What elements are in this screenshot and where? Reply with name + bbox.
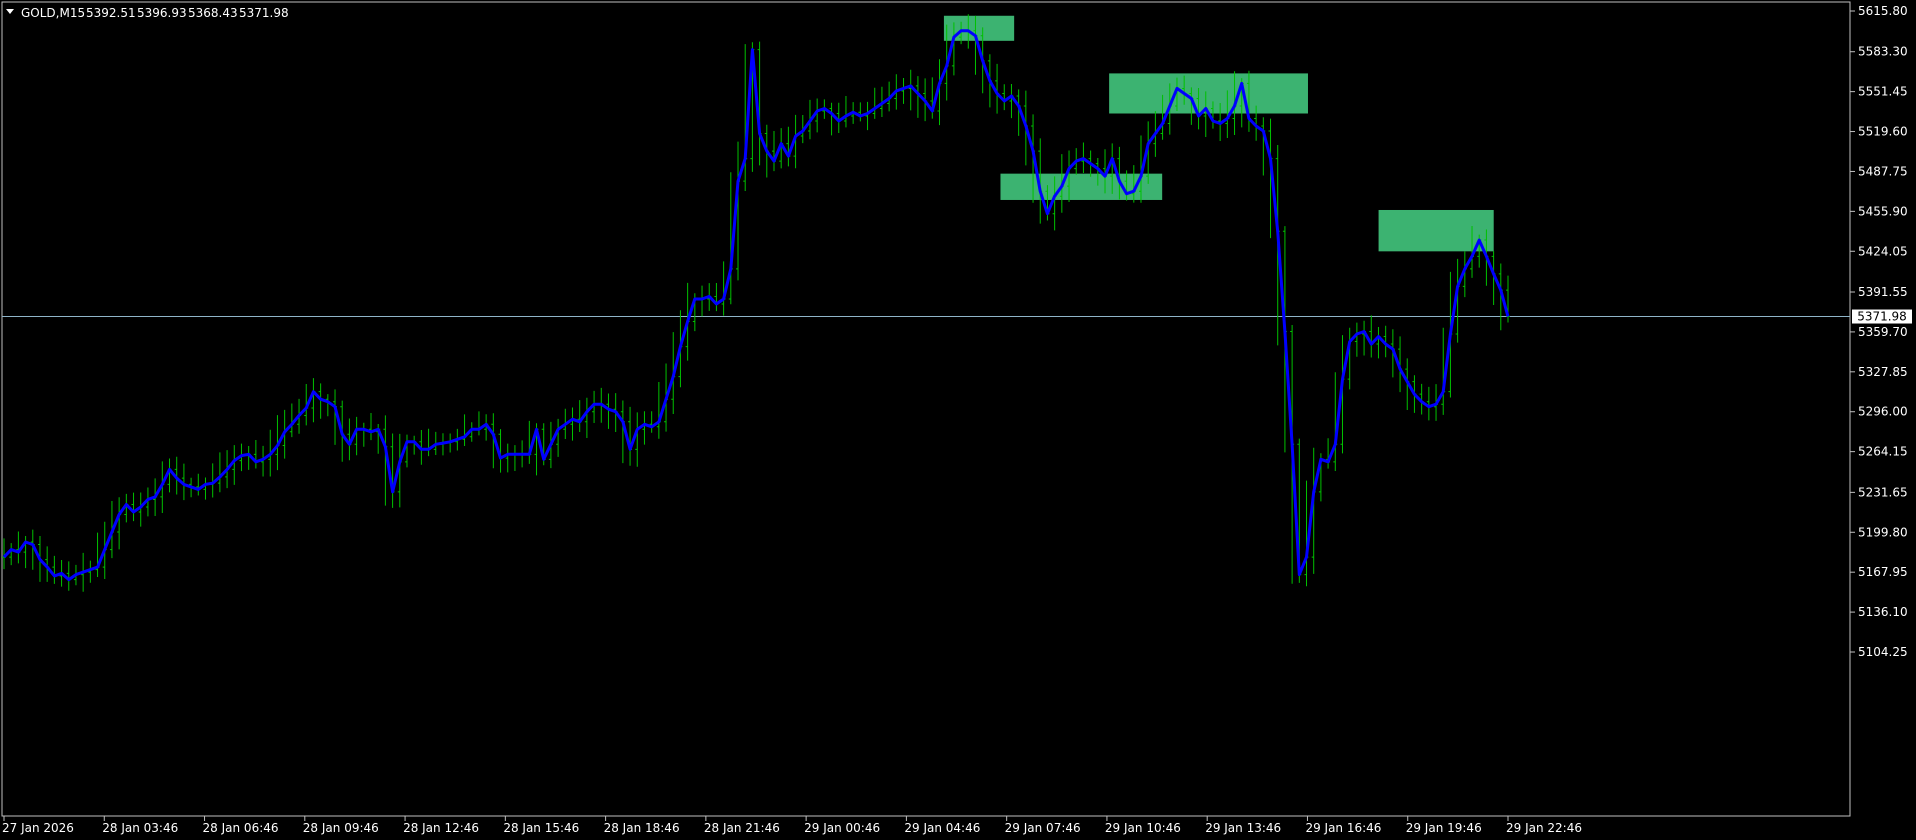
y-tick-label: 5199.80 xyxy=(1858,525,1908,539)
x-tick-label: 29 Jan 16:46 xyxy=(1305,821,1381,835)
zone-lower-range xyxy=(1000,173,1163,200)
x-tick-label: 29 Jan 07:46 xyxy=(1005,821,1081,835)
x-tick-label: 29 Jan 10:46 xyxy=(1105,821,1181,835)
x-tick-label: 27 Jan 2026 xyxy=(2,821,74,835)
y-tick-label: 5551.45 xyxy=(1858,85,1908,99)
y-tick-label: 5167.95 xyxy=(1858,565,1908,579)
y-tick-label: 5519.60 xyxy=(1858,125,1908,139)
x-tick-label: 28 Jan 12:46 xyxy=(403,821,479,835)
y-tick-label: 5359.70 xyxy=(1858,325,1908,339)
x-tick-label: 28 Jan 21:46 xyxy=(704,821,780,835)
x-tick-label: 29 Jan 19:46 xyxy=(1406,821,1482,835)
x-tick-label: 28 Jan 18:46 xyxy=(604,821,680,835)
x-tick-label: 28 Jan 09:46 xyxy=(303,821,379,835)
y-tick-label: 5327.85 xyxy=(1858,365,1908,379)
x-tick-label: 29 Jan 04:46 xyxy=(904,821,980,835)
y-tick-label: 5104.25 xyxy=(1858,645,1908,659)
y-tick-label: 5296.00 xyxy=(1858,405,1908,419)
price-chart[interactable]: 5615.80 5583.30 5551.45 5519.60 5487.75 5455.… xyxy=(0,0,1916,840)
y-tick-label: 5231.65 xyxy=(1858,485,1908,499)
y-tick-label: 5136.10 xyxy=(1858,605,1908,619)
low-value: 5368.43 xyxy=(188,6,238,20)
y-tick-label: 5455.90 xyxy=(1858,204,1908,218)
x-tick-label: 29 Jan 13:46 xyxy=(1205,821,1281,835)
chart-background xyxy=(0,0,1916,840)
open-value: 5392.51 xyxy=(86,6,136,20)
chart-header: GOLD,M15 5392.51 5396.93 5368.43 5371.98 xyxy=(6,6,289,20)
y-tick-label: 5583.30 xyxy=(1858,45,1908,59)
close-value: 5371.98 xyxy=(239,6,289,20)
high-value: 5396.93 xyxy=(137,6,187,20)
x-tick-label: 28 Jan 15:46 xyxy=(503,821,579,835)
x-tick-label: 28 Jan 06:46 xyxy=(203,821,279,835)
x-tick-label: 28 Jan 03:46 xyxy=(102,821,178,835)
y-tick-label: 5424.05 xyxy=(1858,244,1908,258)
y-tick-label: 5391.55 xyxy=(1858,285,1908,299)
current-price-tag: 5371.98 xyxy=(1852,309,1912,324)
y-tick-label: 5264.15 xyxy=(1858,445,1908,459)
zone-upper-range xyxy=(1109,73,1308,114)
x-tick-label: 29 Jan 00:46 xyxy=(804,821,880,835)
current-price-label: 5371.98 xyxy=(1857,310,1907,324)
x-tick-label: 29 Jan 22:46 xyxy=(1506,821,1582,835)
y-tick-label: 5487.75 xyxy=(1858,164,1908,178)
y-tick-label: 5615.80 xyxy=(1858,4,1908,18)
symbol-label: GOLD,M15 xyxy=(21,6,85,20)
